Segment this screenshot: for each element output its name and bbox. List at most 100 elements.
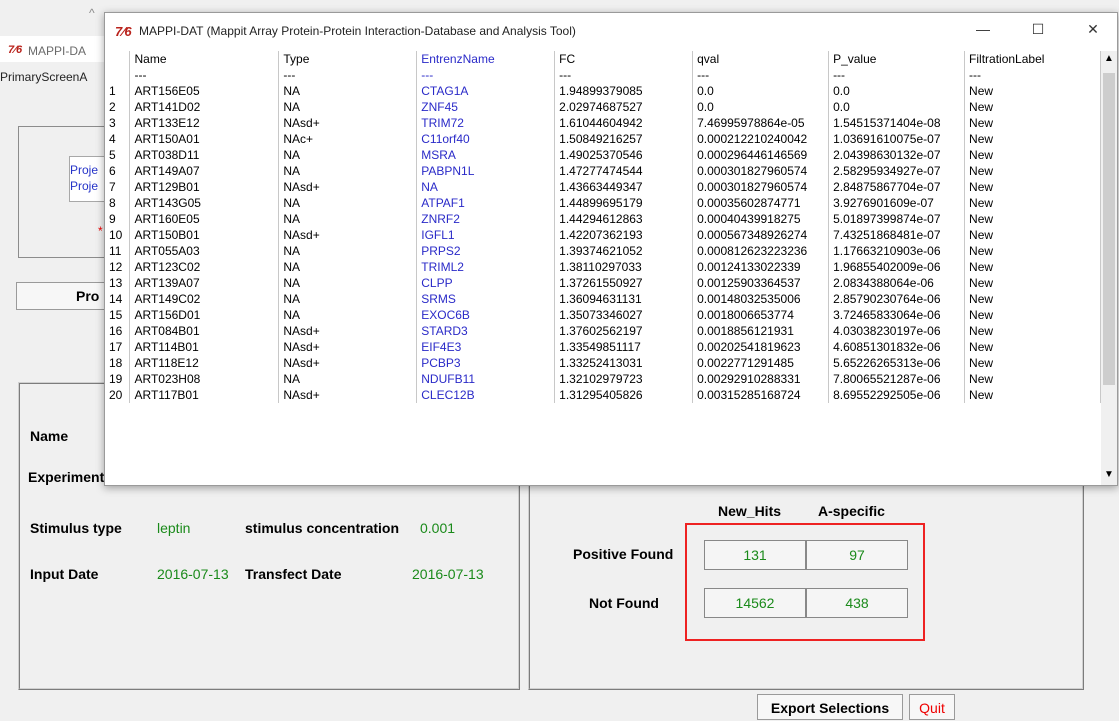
table-cell: NA xyxy=(278,83,418,99)
results-scrollbar[interactable]: ▲ ▼ xyxy=(1101,51,1117,485)
table-cell: 1.03691610075e-07 xyxy=(828,131,966,147)
results-window-titlebar: 7⁄6 MAPPI-DAT (Mappit Array Protein-Prot… xyxy=(105,13,1117,49)
table-cell: New xyxy=(964,115,1101,131)
column-header[interactable]: FiltrationLabel xyxy=(964,51,1101,67)
minimize-icon[interactable]: — xyxy=(968,21,998,37)
table-cell: ART141D02 xyxy=(129,99,280,115)
table-cell: 1.42207362193 xyxy=(554,227,694,243)
table-cell: 1.37261550927 xyxy=(554,275,694,291)
row-number: 1 xyxy=(105,83,131,99)
table-cell: 2.02974687527 xyxy=(554,99,694,115)
table-cell: NDUFB11 xyxy=(416,371,556,387)
table-cell: New xyxy=(964,291,1101,307)
row-number: 16 xyxy=(105,323,131,339)
table-row[interactable]: 2 ART141D02 NA ZNF45 2.02974687527 0.0 0.0 New xyxy=(105,99,1101,115)
table-cell: ZNRF2 xyxy=(416,211,556,227)
menu-primary-screen[interactable]: PrimaryScreenA xyxy=(0,70,87,84)
table-row[interactable]: 5 ART038D11 NA MSRA 1.49025370546 0.000296446… xyxy=(105,147,1101,163)
table-cell: New xyxy=(964,323,1101,339)
table-row[interactable]: 13 ART139A07 NA CLPP 1.37261550927 0.00125903… xyxy=(105,275,1101,291)
column-header[interactable]: P_value xyxy=(828,51,966,67)
table-cell: 1.96855402009e-06 xyxy=(828,259,966,275)
table-cell: NAsd+ xyxy=(278,355,418,371)
table-row[interactable]: 9 ART160E05 NA ZNRF2 1.44294612863 0.00040439… xyxy=(105,211,1101,227)
table-cell: EIF4E3 xyxy=(416,339,556,355)
not-found-label: Not Found xyxy=(589,595,659,611)
table-row[interactable]: 12 ART123C02 NA TRIML2 1.38110297033 0.001241… xyxy=(105,259,1101,275)
table-row[interactable]: 18 ART118E12 NAsd+ PCBP3 1.33252413031 0.0022… xyxy=(105,355,1101,371)
maximize-icon[interactable]: ☐ xyxy=(1023,21,1053,38)
table-cell: New xyxy=(964,371,1101,387)
table-row[interactable]: 4 ART150A01 NAc+ C11orf40 1.50849216257 0.000… xyxy=(105,131,1101,147)
row-number: 14 xyxy=(105,291,131,307)
table-cell: 1.49025370546 xyxy=(554,147,694,163)
column-header[interactable]: FC xyxy=(554,51,694,67)
table-cell: 0.00040439918275 xyxy=(692,211,830,227)
column-header[interactable]: Name xyxy=(129,51,280,67)
column-header[interactable]: qval xyxy=(692,51,830,67)
row-number-header xyxy=(105,51,131,67)
required-marker: * xyxy=(98,224,103,238)
separator-cell xyxy=(105,67,131,83)
table-cell: New xyxy=(964,275,1101,291)
scroll-down-icon[interactable]: ▼ xyxy=(1104,469,1114,480)
results-table[interactable]: Name Type EntrenzName FC qval P_value Filtrati… xyxy=(105,51,1101,485)
table-row[interactable]: 10 ART150B01 NAsd+ IGFL1 1.42207362193 0.0005… xyxy=(105,227,1101,243)
table-cell: 0.00125903364537 xyxy=(692,275,830,291)
table-row[interactable]: 1 ART156E05 NA CTAG1A 1.94899379085 0.0 0.0 New xyxy=(105,83,1101,99)
table-cell: 0.000296446146569 xyxy=(692,147,830,163)
table-cell: 1.36094631131 xyxy=(554,291,694,307)
close-icon[interactable]: ✕ xyxy=(1078,21,1108,38)
table-cell: NA xyxy=(278,275,418,291)
transfect-date-label: Transfect Date xyxy=(245,566,342,582)
scroll-up-icon[interactable]: ▲ xyxy=(1104,53,1114,64)
stimulus-concentration-label: stimulus concentration xyxy=(245,520,400,536)
table-row[interactable]: 14 ART149C02 NA SRMS 1.36094631131 0.00148032… xyxy=(105,291,1101,307)
row-number: 3 xyxy=(105,115,131,131)
table-cell: 0.00124133022339 xyxy=(692,259,830,275)
table-row[interactable]: 11 ART055A03 NA PRPS2 1.39374621052 0.0008126… xyxy=(105,243,1101,259)
export-selections-button[interactable]: Export Selections xyxy=(757,694,903,720)
table-row[interactable]: 15 ART156D01 NA EXOC6B 1.35073346027 0.001800… xyxy=(105,307,1101,323)
a-specific-header: A-specific xyxy=(818,503,885,519)
table-cell: NAsd+ xyxy=(278,227,418,243)
table-row[interactable]: 3 ART133E12 NAsd+ TRIM72 1.61044604942 7.4699… xyxy=(105,115,1101,131)
table-row[interactable]: 7 ART129B01 NAsd+ NA 1.43663449347 0.00030182… xyxy=(105,179,1101,195)
table-cell: ART084B01 xyxy=(129,323,280,339)
table-cell: 5.01897399874e-07 xyxy=(828,211,966,227)
table-row[interactable]: 16 ART084B01 NAsd+ STARD3 1.37602562197 0.001… xyxy=(105,323,1101,339)
table-row[interactable]: 19 ART023H08 NA NDUFB11 1.32102979723 0.00292… xyxy=(105,371,1101,387)
scroll-up-arrow-icon[interactable]: ^ xyxy=(89,6,95,20)
table-row[interactable]: 8 ART143G05 NA ATPAF1 1.44899695179 0.0003560… xyxy=(105,195,1101,211)
table-row[interactable]: 6 ART149A07 NA PABPN1L 1.47277474544 0.000301… xyxy=(105,163,1101,179)
highlight-box xyxy=(685,523,925,641)
separator-cell: --- xyxy=(416,67,556,83)
table-cell: ART055A03 xyxy=(129,243,280,259)
positive-found-label: Positive Found xyxy=(573,546,674,562)
projects-button[interactable]: Pro xyxy=(16,282,116,310)
column-header[interactable]: EntrenzName xyxy=(416,51,556,67)
column-header[interactable]: Type xyxy=(278,51,418,67)
stimulus-concentration-value: 0.001 xyxy=(420,520,456,536)
table-cell: 0.0 xyxy=(692,83,830,99)
table-row[interactable]: 17 ART114B01 NAsd+ EIF4E3 1.33549851117 0.002… xyxy=(105,339,1101,355)
separator-cell: --- xyxy=(278,67,418,83)
table-cell: 7.43251868481e-07 xyxy=(828,227,966,243)
project-item[interactable]: Proje xyxy=(70,179,98,193)
quit-button[interactable]: Quit xyxy=(909,694,955,720)
table-cell: 1.61044604942 xyxy=(554,115,694,131)
table-cell: 1.37602562197 xyxy=(554,323,694,339)
table-cell: 7.46995978864e-05 xyxy=(692,115,830,131)
table-cell: ART038D11 xyxy=(129,147,280,163)
table-cell: 0.000812623223236 xyxy=(692,243,830,259)
table-header-row: Name Type EntrenzName FC qval P_value Filtrati… xyxy=(105,51,1101,67)
table-cell: 2.0834388064e-06 xyxy=(828,275,966,291)
project-item[interactable]: Proje xyxy=(70,163,98,177)
table-row[interactable]: 20 ART117B01 NAsd+ CLEC12B 1.31295405826 0.00… xyxy=(105,387,1101,403)
table-cell: 0.000212210240042 xyxy=(692,131,830,147)
table-cell: 2.04398630132e-07 xyxy=(828,147,966,163)
scroll-thumb[interactable] xyxy=(1103,73,1115,385)
table-cell: 4.60851301832e-06 xyxy=(828,339,966,355)
table-cell: ART118E12 xyxy=(129,355,280,371)
table-cell: PABPN1L xyxy=(416,163,556,179)
